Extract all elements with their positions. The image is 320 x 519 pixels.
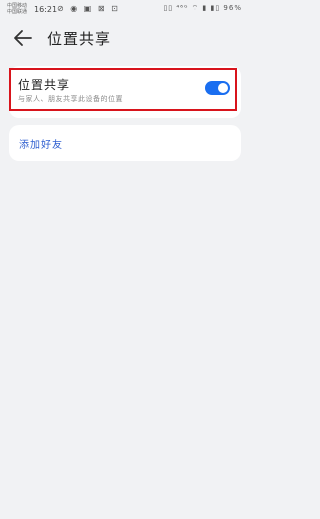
status-bar: 中国移动 中国联通 16:21 ⊘ ◉ ▣ ⊠ ⊡ ▯▯ ⁴⁶ᴳ ⌔ ▮ ▮▯ … [0, 0, 250, 20]
highlight-box [9, 68, 237, 111]
header: 位置共享 [0, 20, 250, 56]
carrier-info: 中国移动 中国联通 [7, 3, 31, 15]
add-friend-link[interactable]: 添加好友 [19, 136, 63, 151]
notification-icons: ⊘ ◉ ▣ ⊠ ⊡ [57, 4, 120, 13]
page-title: 位置共享 [47, 30, 112, 48]
status-time: 16:21 [34, 5, 58, 14]
back-button[interactable] [12, 27, 34, 49]
system-status-icons: ▯▯ ⁴⁶ᴳ ⌔ ▮ ▮▯ 96% [163, 4, 242, 12]
carrier-2: 中国联通 [7, 9, 28, 15]
add-friend-card[interactable]: 添加好友 [9, 125, 241, 161]
back-arrow-icon [14, 30, 32, 46]
